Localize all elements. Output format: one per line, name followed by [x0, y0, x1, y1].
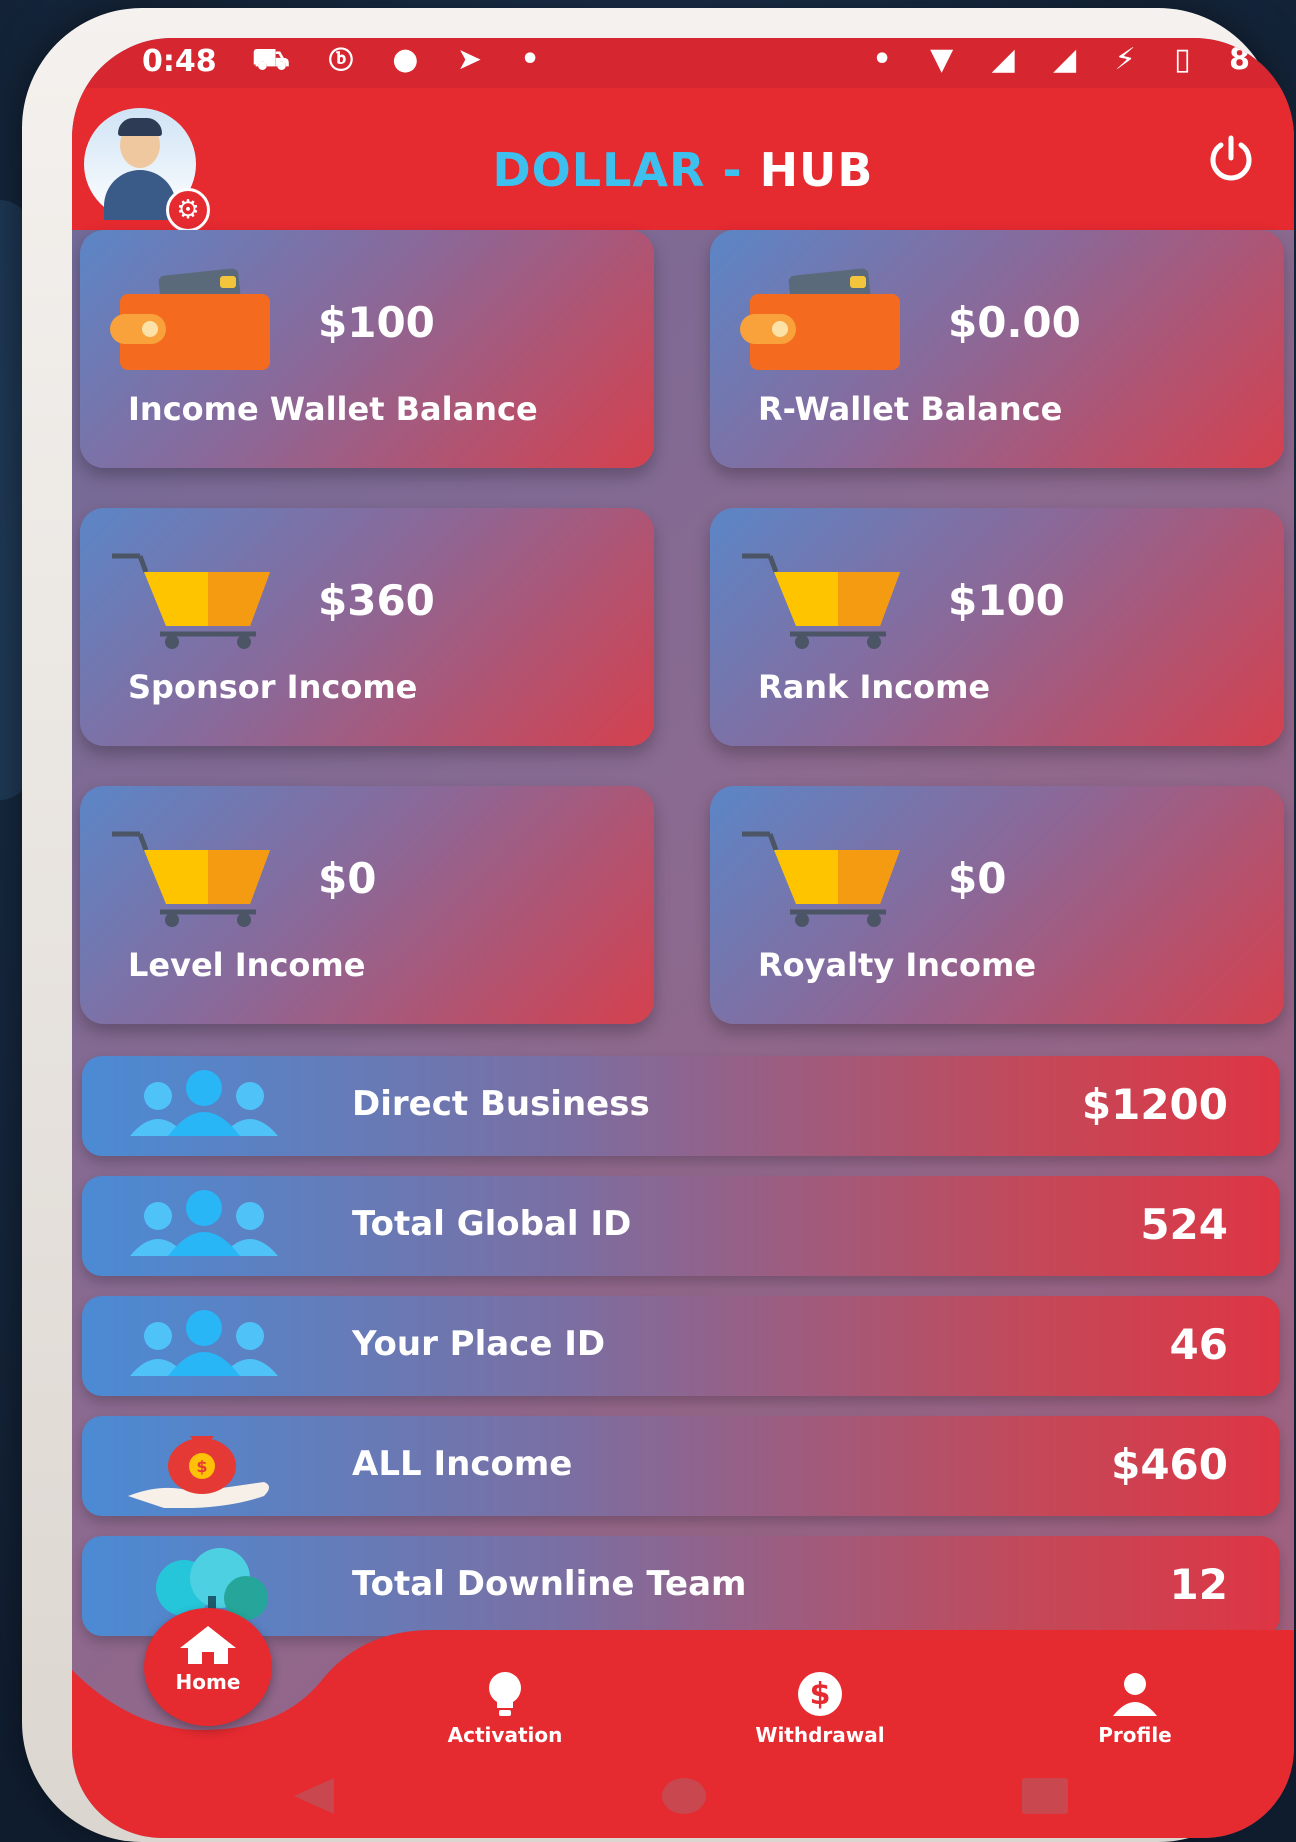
card-label: Rank Income [758, 668, 991, 706]
row-direct-business[interactable]: Direct Business $1200 [82, 1056, 1280, 1156]
card-rank-income[interactable]: $100 Rank Income [710, 508, 1284, 746]
back-icon[interactable] [290, 1776, 338, 1816]
nav-profile[interactable]: Profile [1045, 1670, 1225, 1747]
card-sponsor-income[interactable]: $360 Sponsor Income [80, 508, 654, 746]
power-icon[interactable] [1204, 132, 1258, 186]
row-label: ALL Income [352, 1444, 573, 1484]
person-icon [1113, 1673, 1157, 1716]
nav-activation-label: Activation [447, 1723, 563, 1747]
app-title-part2: HUB [759, 143, 874, 197]
row-label: Your Place ID [352, 1324, 606, 1364]
system-status-icons: • ▼ ◢ ◢ ⚡ ▯ 8 [872, 42, 1264, 77]
app-screen: 0:48 ⛟ ⓑ ● ➤ • • ▼ ◢ ◢ ⚡ ▯ 8 ⚙ DOLLAR - … [72, 38, 1294, 1838]
cart-icon [112, 553, 270, 649]
row-value: 12 [1169, 1560, 1228, 1609]
recents-icon[interactable] [1020, 1776, 1070, 1816]
notification-icons: ⛟ ⓑ ● ➤ • [252, 42, 554, 77]
card-amount: $100 [948, 576, 1065, 625]
row-value: 524 [1140, 1200, 1228, 1249]
card-r-wallet[interactable]: $0.00 R-Wallet Balance [710, 230, 1284, 468]
nav-activation[interactable]: Activation [415, 1670, 595, 1747]
row-your-place-id[interactable]: Your Place ID 46 [82, 1296, 1280, 1396]
phone-frame: 0:48 ⛟ ⓑ ● ➤ • • ▼ ◢ ◢ ⚡ ▯ 8 ⚙ DOLLAR - … [22, 8, 1294, 1842]
app-title-part1: DOLLAR [492, 143, 706, 197]
nav-home-label: Home [175, 1670, 241, 1694]
money-bag-icon: $ [128, 1436, 269, 1508]
app-header: ⚙ DOLLAR - HUB [72, 88, 1294, 232]
wallet-icon [740, 268, 900, 370]
cart-icon [742, 553, 900, 649]
wallet-icon [110, 268, 270, 370]
svg-text:$: $ [810, 1677, 831, 1712]
row-all-income[interactable]: $ ALL Income $460 [82, 1416, 1280, 1516]
card-amount: $0 [948, 854, 1007, 903]
svg-text:$: $ [196, 1457, 207, 1476]
nav-home[interactable]: Home [144, 1608, 272, 1726]
users-icon [130, 1310, 278, 1376]
home-icon [180, 1626, 236, 1664]
nav-withdrawal[interactable]: $ Withdrawal [730, 1670, 910, 1747]
users-icon [130, 1070, 278, 1136]
users-icon [130, 1190, 278, 1256]
card-amount: $360 [318, 576, 435, 625]
dollar-circle-icon: $ [798, 1672, 842, 1716]
card-label: Level Income [128, 946, 366, 984]
card-label: Sponsor Income [128, 668, 418, 706]
card-amount: $0.00 [948, 298, 1081, 347]
card-amount: $0 [318, 854, 377, 903]
card-income-wallet[interactable]: $100 Income Wallet Balance [80, 230, 654, 468]
card-level-income[interactable]: $0 Level Income [80, 786, 654, 1024]
card-label: R-Wallet Balance [758, 390, 1063, 428]
cart-icon [742, 831, 900, 927]
row-label: Total Global ID [352, 1204, 632, 1244]
status-bar: 0:48 ⛟ ⓑ ● ➤ • • ▼ ◢ ◢ ⚡ ▯ 8 [72, 38, 1294, 88]
row-value: $460 [1111, 1440, 1228, 1489]
status-time: 0:48 [142, 44, 217, 79]
card-label: Royalty Income [758, 946, 1037, 984]
row-value: $1200 [1081, 1080, 1228, 1129]
lightbulb-icon [489, 1672, 521, 1716]
app-title-separator: - [705, 143, 760, 197]
row-total-global-id[interactable]: Total Global ID 524 [82, 1176, 1280, 1276]
row-label: Total Downline Team [352, 1564, 747, 1604]
avatar-hair [118, 118, 162, 136]
app-title: DOLLAR - HUB [72, 143, 1294, 197]
cart-icon [112, 831, 270, 927]
card-label: Income Wallet Balance [128, 390, 538, 428]
row-label: Direct Business [352, 1084, 650, 1124]
nav-profile-label: Profile [1098, 1723, 1172, 1747]
card-amount: $100 [318, 298, 435, 347]
card-royalty-income[interactable]: $0 Royalty Income [710, 786, 1284, 1024]
home-circle-icon[interactable] [660, 1776, 708, 1816]
row-value: 46 [1169, 1320, 1228, 1369]
nav-withdrawal-label: Withdrawal [755, 1723, 885, 1747]
